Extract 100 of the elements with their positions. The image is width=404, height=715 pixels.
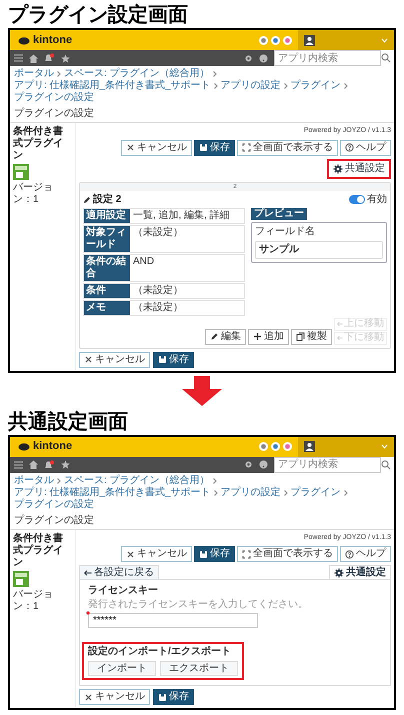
app-circle-icon[interactable] [271, 36, 280, 44]
star-icon[interactable] [61, 460, 70, 469]
cancel-button[interactable]: キャンセル [79, 352, 150, 368]
field-name-label: フィールド名 [255, 226, 316, 238]
section-heading: プラグイン設定画面 [8, 2, 189, 28]
app-circle-icon[interactable] [271, 442, 280, 451]
search-icon[interactable] [381, 460, 391, 470]
help-button[interactable]: ヘルプ [340, 140, 391, 156]
menu-icon[interactable] [14, 460, 23, 468]
breadcrumb-link[interactable]: アプリ: 仕様確認用_条件付き書式_サポート [14, 486, 211, 498]
arrow-icon [337, 335, 343, 341]
bell-icon[interactable] [44, 53, 55, 63]
cloud-icon [18, 442, 30, 451]
plugin-name: 条件付き書式プラグイン [13, 126, 64, 162]
fullscreen-button[interactable]: 全画面で表示する [237, 140, 338, 156]
help-button[interactable]: ヘルプ [340, 546, 391, 562]
breadcrumb-link[interactable]: プラグインの設定 [14, 498, 94, 510]
copy-button[interactable]: 複製 [291, 328, 332, 344]
section-title: 設定のインポート/エクスポート [88, 646, 232, 658]
cancel-button[interactable]: キャンセル [121, 546, 192, 562]
app-circle-icon[interactable] [259, 442, 268, 451]
gear-icon [333, 164, 343, 174]
toggle-switch[interactable] [349, 195, 365, 204]
chevron-down-icon [381, 444, 388, 449]
star-icon[interactable] [61, 54, 70, 62]
save-button[interactable]: 保存 [194, 546, 235, 562]
version-text: バージョン：1 [13, 182, 54, 206]
add-button[interactable]: 追加 [248, 328, 289, 344]
pencil-icon [83, 196, 91, 204]
copy-icon [296, 332, 305, 341]
breadcrumb-link[interactable]: アプリ: 仕様確認用_条件付き書式_サポート [14, 80, 211, 92]
cloud-icon [18, 36, 30, 44]
close-icon [126, 550, 135, 558]
field-label: 対象フィールド [84, 226, 130, 252]
bell-icon[interactable] [44, 460, 55, 470]
user-icon [304, 441, 315, 452]
fullscreen-button[interactable]: 全画面で表示する [237, 546, 338, 562]
transfer-button[interactable]: エクスポート [160, 661, 238, 676]
breadcrumb-link[interactable]: プラグイン [290, 486, 341, 498]
gear-icon [334, 568, 344, 578]
rule-title: 設定 2 [93, 194, 122, 206]
app-circle-icon[interactable] [259, 36, 268, 44]
app-circle-icon[interactable] [283, 36, 292, 44]
version-text: バージョン：1 [13, 588, 54, 612]
sample-field: サンプル [255, 240, 383, 258]
home-icon[interactable] [29, 54, 38, 62]
field-label: 条件 [84, 284, 130, 298]
breadcrumb-link[interactable]: ポータル [14, 68, 54, 80]
field-value: 一覧, 追加, 編集, 詳細 [132, 208, 231, 222]
breadcrumb-link[interactable]: プラグイン [290, 80, 341, 92]
settings-icon[interactable] [244, 54, 253, 62]
search-icon[interactable] [381, 53, 391, 63]
save-button[interactable]: 保存 [194, 140, 235, 156]
transfer-button[interactable]: インポート [88, 661, 156, 676]
user-menu[interactable] [298, 436, 394, 456]
user-menu[interactable] [298, 30, 394, 50]
breadcrumb-link[interactable]: ポータル [14, 474, 54, 486]
page-title: プラグインの設定 [10, 512, 394, 530]
user-icon [304, 34, 315, 46]
home-icon[interactable] [29, 460, 38, 469]
chevron-right-icon [344, 490, 348, 496]
search-field[interactable]: アプリ内検索 [274, 456, 381, 472]
cancel-button[interactable]: キャンセル [79, 689, 150, 705]
license-key-hint: 発行されたライセンスキーを入力してください。 [88, 599, 309, 611]
breadcrumb-link[interactable]: スペース: プラグイン（総合用） [64, 474, 210, 486]
breadcrumb-link[interactable]: アプリの設定 [220, 80, 281, 92]
breadcrumb-link[interactable]: スペース: プラグイン（総合用） [64, 68, 210, 80]
arrow-left-icon [84, 570, 92, 576]
edit-button[interactable]: 編集 [205, 328, 246, 344]
field-value: AND [132, 254, 156, 268]
chevron-right-icon [57, 478, 61, 484]
save-button[interactable]: 保存 [153, 352, 194, 368]
expand-icon [242, 143, 251, 152]
cancel-button[interactable]: キャンセル [121, 140, 192, 156]
toggle-label: 有効 [367, 194, 387, 206]
common-settings-tab[interactable]: 共通設定 [329, 565, 391, 579]
expand-icon [242, 550, 251, 558]
close-icon [84, 355, 93, 364]
close-icon [126, 143, 135, 152]
breadcrumb-link[interactable]: プラグインの設定 [14, 92, 94, 104]
breadcrumb-link[interactable]: アプリの設定 [220, 486, 281, 498]
close-icon [84, 692, 93, 702]
chevron-right-icon [284, 83, 288, 89]
back-tab[interactable]: 各設定に戻る [79, 565, 159, 579]
field-label: メモ [84, 300, 130, 314]
field-label: 適用設定 [84, 208, 130, 222]
search-field[interactable]: アプリ内検索 [274, 50, 381, 66]
preview-label: プレビュー [251, 208, 307, 220]
field-value: （未設定） [132, 284, 184, 298]
arrow-icon [337, 321, 343, 327]
license-key-field[interactable]: ****** [88, 613, 258, 628]
save-button[interactable]: 保存 [153, 689, 194, 705]
menu-icon[interactable] [14, 54, 23, 62]
plugin-icon [13, 570, 29, 586]
license-key-label: ライセンスキー [88, 585, 159, 597]
plugin-name: 条件付き書式プラグイン [13, 532, 64, 568]
settings-icon[interactable] [244, 460, 253, 469]
app-circle-icon[interactable] [283, 442, 292, 451]
pencil-icon [210, 332, 219, 341]
field-label: 条件の結合 [84, 254, 130, 280]
